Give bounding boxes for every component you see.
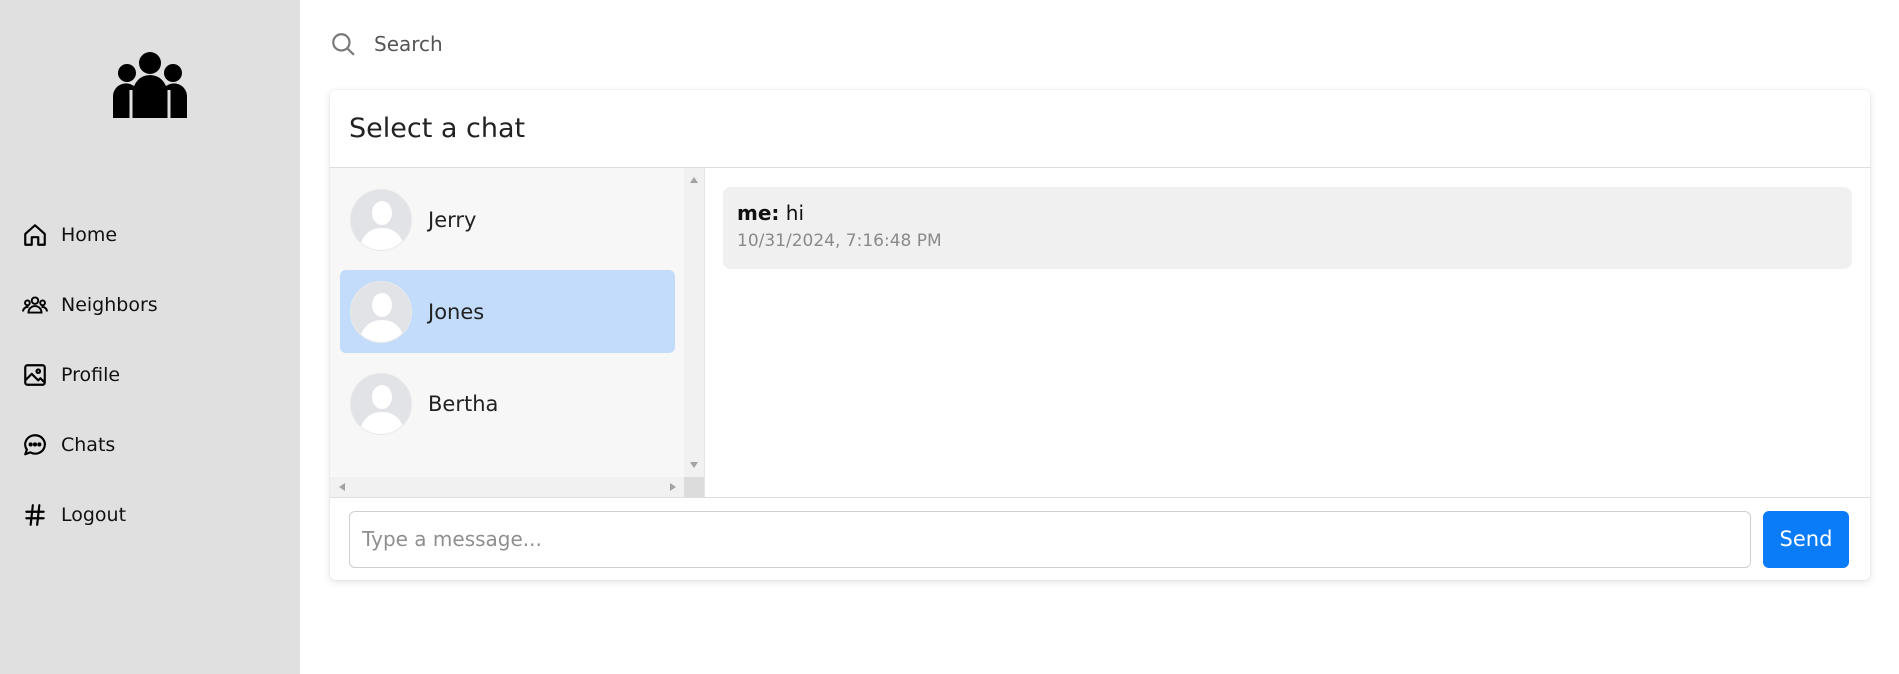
search-input[interactable]	[374, 32, 874, 56]
people-group-icon[interactable]	[113, 52, 187, 118]
search-bar	[330, 24, 930, 64]
message-input[interactable]	[349, 510, 1751, 568]
message-text: hi	[785, 201, 804, 225]
sidebar-item-label: Chats	[61, 434, 116, 456]
sidebar-item-profile[interactable]: Profile	[0, 340, 300, 410]
user-placeholder-icon	[351, 189, 411, 250]
app: Home Neighbors Profile Chats Logout Sear…	[0, 0, 1899, 674]
sidebar-item-chats[interactable]: Chats	[0, 410, 300, 480]
message-line: me: hi	[737, 201, 1838, 225]
contact-name: Jerry	[428, 207, 477, 232]
users-icon	[22, 296, 48, 314]
scroll-left-arrow-icon[interactable]	[339, 483, 345, 491]
vertical-scrollbar[interactable]	[684, 168, 704, 477]
sidebar-item-home[interactable]: Home	[0, 200, 300, 270]
sidebar-item-label: Home	[61, 224, 118, 246]
sidebar-item-label: Logout	[61, 504, 127, 526]
sidebar-item-neighbors[interactable]: Neighbors	[0, 270, 300, 340]
avatar	[350, 372, 412, 435]
contact-list-panel: Jerry Jones Bertha	[330, 168, 705, 497]
sidebar-item-label: Profile	[61, 364, 121, 386]
message-bubble: me: hi 10/31/2024, 7:16:48 PM	[723, 187, 1852, 269]
contact-name: Jones	[428, 299, 485, 324]
hash-icon	[25, 504, 45, 526]
chat-panel: Select a chat Jerry Jones Bertha me: hi …	[330, 90, 1870, 580]
horizontal-scrollbar[interactable]	[330, 477, 685, 497]
sidebar-item-label: Neighbors	[61, 294, 158, 316]
home-icon	[24, 224, 46, 246]
avatar	[350, 188, 412, 251]
user-placeholder-icon	[351, 373, 411, 434]
contact-name: Bertha	[428, 391, 499, 416]
message-composer: Send	[330, 497, 1870, 580]
chat-body: Jerry Jones Bertha me: hi 10/31/2024, 7:…	[330, 168, 1870, 497]
contact-item-active[interactable]: Jones	[340, 270, 675, 353]
scroll-right-arrow-icon[interactable]	[670, 483, 676, 491]
scroll-down-arrow-icon[interactable]	[690, 462, 698, 468]
message-sender: me:	[737, 201, 780, 225]
contact-item[interactable]: Jerry	[340, 178, 675, 261]
sidebar-item-logout[interactable]: Logout	[0, 480, 300, 550]
avatar	[350, 280, 412, 343]
chat-bubble-icon	[24, 434, 46, 456]
message-thread: me: hi 10/31/2024, 7:16:48 PM	[705, 168, 1870, 497]
sidebar-nav: Home Neighbors Profile Chats Logout	[0, 200, 300, 550]
image-icon	[24, 364, 46, 386]
contact-item[interactable]: Bertha	[340, 362, 675, 445]
sidebar: Home Neighbors Profile Chats Logout	[0, 0, 300, 674]
chat-header: Select a chat	[330, 90, 1870, 168]
message-timestamp: 10/31/2024, 7:16:48 PM	[737, 231, 942, 251]
page-title: Select a chat	[349, 113, 526, 144]
send-button[interactable]: Send	[1763, 510, 1849, 568]
search-icon	[332, 33, 355, 56]
scroll-up-arrow-icon[interactable]	[690, 177, 698, 183]
contact-list: Jerry Jones Bertha	[330, 168, 685, 477]
main-content: Select a chat Jer	[300, 0, 1899, 674]
scrollbar-corner	[684, 477, 704, 497]
user-placeholder-icon	[351, 281, 411, 342]
